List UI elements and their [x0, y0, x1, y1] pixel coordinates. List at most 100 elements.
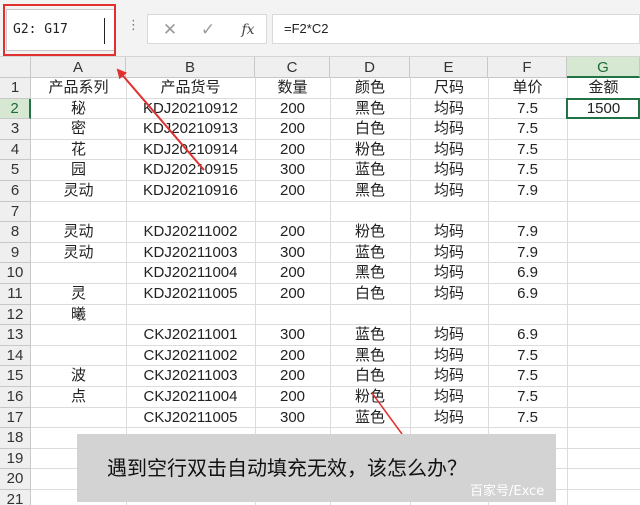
- close-icon[interactable]: ✕: [155, 18, 185, 42]
- cell-e14[interactable]: 均码: [410, 346, 488, 367]
- row-header-19[interactable]: 19: [0, 448, 31, 470]
- cell-b3[interactable]: KDJ20210913: [126, 119, 255, 140]
- cell-b17[interactable]: CKJ20211005: [126, 408, 255, 429]
- cell-b4[interactable]: KDJ20210914: [126, 140, 255, 161]
- cell-e6[interactable]: 均码: [410, 181, 488, 202]
- cell-d17[interactable]: 蓝色: [330, 408, 410, 429]
- cell-c3[interactable]: 200: [255, 119, 330, 140]
- cell-e5[interactable]: 均码: [410, 160, 488, 181]
- cell-f16[interactable]: 7.5: [488, 387, 567, 408]
- row-header-16[interactable]: 16: [0, 387, 31, 408]
- cell-d15[interactable]: 白色: [330, 366, 410, 387]
- cell-c10[interactable]: 200: [255, 263, 330, 284]
- cell-b9[interactable]: KDJ20211003: [126, 243, 255, 264]
- cell-c14[interactable]: 200: [255, 346, 330, 367]
- cell-f6[interactable]: 7.9: [488, 181, 567, 202]
- column-header-c[interactable]: C: [255, 57, 330, 78]
- cell-c6[interactable]: 200: [255, 181, 330, 202]
- formula-input[interactable]: =F2*C2: [272, 14, 640, 44]
- cell-d13[interactable]: 蓝色: [330, 325, 410, 346]
- cell-b14[interactable]: CKJ20211002: [126, 346, 255, 367]
- cell-d16[interactable]: 粉色: [330, 387, 410, 408]
- row-header-15[interactable]: 15: [0, 366, 31, 387]
- cell-a2[interactable]: 秘: [31, 99, 126, 120]
- row-header-1[interactable]: 1: [0, 78, 31, 99]
- cell-e2[interactable]: 均码: [410, 99, 488, 120]
- cell-d4[interactable]: 粉色: [330, 140, 410, 161]
- cell-b16[interactable]: CKJ20211004: [126, 387, 255, 408]
- cell-c4[interactable]: 200: [255, 140, 330, 161]
- row-header-20[interactable]: 20: [0, 469, 31, 490]
- cell-a4[interactable]: 花: [31, 140, 126, 161]
- cell-d6[interactable]: 黑色: [330, 181, 410, 202]
- cell-e9[interactable]: 均码: [410, 243, 488, 264]
- column-header-b[interactable]: B: [126, 57, 255, 78]
- row-header-7[interactable]: 7: [0, 201, 31, 223]
- cell-c2[interactable]: 200: [255, 99, 330, 120]
- cell-f15[interactable]: 7.5: [488, 366, 567, 387]
- cell-e16[interactable]: 均码: [410, 387, 488, 408]
- cell-f13[interactable]: 6.9: [488, 325, 567, 346]
- cell-b5[interactable]: KDJ20210915: [126, 160, 255, 181]
- cell-f8[interactable]: 7.9: [488, 222, 567, 243]
- cell-b2[interactable]: KDJ20210912: [126, 99, 255, 120]
- column-header-d[interactable]: D: [330, 57, 410, 78]
- column-header-g[interactable]: G: [567, 57, 640, 78]
- column-header-e[interactable]: E: [410, 57, 488, 78]
- row-header-14[interactable]: 14: [0, 345, 31, 367]
- cell-a9[interactable]: 灵动: [31, 243, 126, 264]
- column-header-f[interactable]: F: [488, 57, 567, 78]
- cell-b6[interactable]: KDJ20210916: [126, 181, 255, 202]
- cell-d8[interactable]: 粉色: [330, 222, 410, 243]
- column-header-a[interactable]: A: [31, 57, 126, 78]
- row-header-4[interactable]: 4: [0, 139, 31, 161]
- cell-a16[interactable]: 点: [31, 387, 126, 408]
- cell-d3[interactable]: 白色: [330, 119, 410, 140]
- cell-e8[interactable]: 均码: [410, 222, 488, 243]
- cell-a8[interactable]: 灵动: [31, 222, 126, 243]
- cell-c9[interactable]: 300: [255, 243, 330, 264]
- row-header-11[interactable]: 11: [0, 284, 31, 305]
- row-header-10[interactable]: 10: [0, 263, 31, 284]
- cell-d14[interactable]: 黑色: [330, 346, 410, 367]
- row-header-12[interactable]: 12: [0, 304, 31, 326]
- cell-f10[interactable]: 6.9: [488, 263, 567, 284]
- cell-f17[interactable]: 7.5: [488, 408, 567, 429]
- cell-c5[interactable]: 300: [255, 160, 330, 181]
- cell-d5[interactable]: 蓝色: [330, 160, 410, 181]
- more-vertical-icon[interactable]: ⋮: [127, 18, 140, 33]
- cell-e11[interactable]: 均码: [410, 284, 488, 305]
- cell-b11[interactable]: KDJ20211005: [126, 284, 255, 305]
- cell-f11[interactable]: 6.9: [488, 284, 567, 305]
- insert-function-button[interactable]: fx: [233, 18, 263, 42]
- cell-b15[interactable]: CKJ20211003: [126, 366, 255, 387]
- cell-e13[interactable]: 均码: [410, 325, 488, 346]
- row-header-8[interactable]: 8: [0, 222, 31, 243]
- row-header-6[interactable]: 6: [0, 181, 31, 202]
- cell-b8[interactable]: KDJ20211002: [126, 222, 255, 243]
- row-header-17[interactable]: 17: [0, 407, 31, 429]
- cell-a3[interactable]: 密: [31, 119, 126, 140]
- row-header-5[interactable]: 5: [0, 160, 31, 181]
- cell-e4[interactable]: 均码: [410, 140, 488, 161]
- cell-d2[interactable]: 黑色: [330, 99, 410, 120]
- row-header-2[interactable]: 2: [0, 98, 31, 120]
- row-header-3[interactable]: 3: [0, 119, 31, 140]
- cell-d11[interactable]: 白色: [330, 284, 410, 305]
- row-header-18[interactable]: 18: [0, 428, 31, 449]
- row-header-13[interactable]: 13: [0, 325, 31, 346]
- cell-c15[interactable]: 200: [255, 366, 330, 387]
- check-icon[interactable]: ✓: [193, 18, 223, 42]
- cell-c17[interactable]: 300: [255, 408, 330, 429]
- row-header-21[interactable]: 21: [0, 490, 31, 505]
- cell-c16[interactable]: 200: [255, 387, 330, 408]
- cell-a5[interactable]: 园: [31, 160, 126, 181]
- cell-a6[interactable]: 灵动: [31, 181, 126, 202]
- cell-d10[interactable]: 黑色: [330, 263, 410, 284]
- cell-g2[interactable]: 1500: [567, 99, 640, 120]
- cell-f14[interactable]: 7.5: [488, 346, 567, 367]
- cell-b13[interactable]: CKJ20211001: [126, 325, 255, 346]
- cell-a15[interactable]: 波: [31, 366, 126, 387]
- cell-f2[interactable]: 7.5: [488, 99, 567, 120]
- cell-e3[interactable]: 均码: [410, 119, 488, 140]
